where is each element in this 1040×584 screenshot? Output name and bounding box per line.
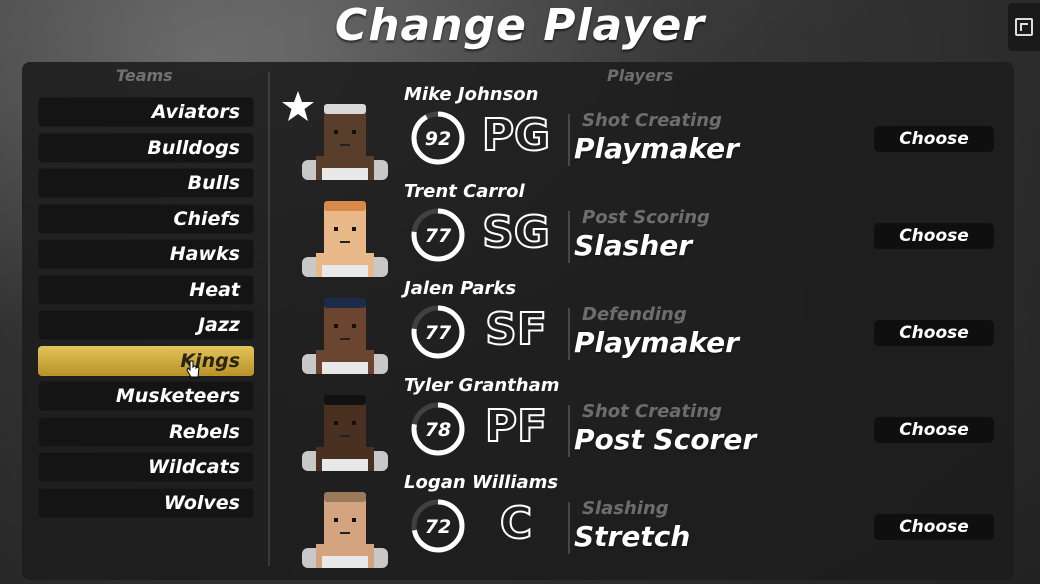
player-row: Jalen Parks 77 SF Defending Playmaker Choose (280, 278, 1010, 378)
team-item-rebels[interactable]: Rebels (38, 416, 254, 447)
overall-rating-ring: 77 (411, 305, 465, 359)
player-position: PG (481, 109, 551, 162)
separator (568, 114, 570, 166)
player-name: Jalen Parks (404, 278, 517, 299)
menu-toggle-button[interactable] (1008, 3, 1040, 51)
team-item-wolves[interactable]: Wolves (38, 487, 254, 518)
panel-divider (268, 72, 270, 566)
overall-rating-ring: 92 (411, 111, 465, 165)
team-item-jazz[interactable]: Jazz (38, 310, 254, 340)
archetype-name: Stretch (574, 520, 691, 553)
player-name: Trent Carrol (404, 181, 525, 202)
player-avatar (302, 492, 388, 568)
player-row: Mike Johnson 92 PG Shot Creating Playmaker Ch… (280, 84, 1010, 184)
archetype-name: Slasher (574, 229, 693, 262)
team-item-chiefs[interactable]: Chiefs (38, 203, 254, 234)
player-row: Tyler Grantham 78 PF Shot Creating Post Scor… (280, 375, 1010, 475)
player-name: Logan Williams (404, 472, 559, 493)
archetype-subtitle: Slashing (582, 498, 669, 519)
player-avatar (302, 201, 388, 277)
player-avatar (302, 395, 388, 471)
team-item-hawks[interactable]: Hawks (38, 239, 254, 269)
player-name: Mike Johnson (404, 84, 539, 105)
archetype-subtitle: Post Scoring (582, 207, 710, 228)
archetype-name: Playmaker (574, 132, 739, 165)
player-row: Logan Williams 72 C Slashing Stretch Choose (280, 472, 1010, 572)
overall-rating: 77 (425, 225, 452, 247)
players-header: Players (607, 66, 674, 85)
team-item-musketeers[interactable]: Musketeers (38, 381, 254, 411)
choose-button[interactable]: Choose (874, 320, 994, 346)
overall-rating: 77 (425, 322, 452, 344)
separator (568, 211, 570, 263)
player-row: Trent Carrol 77 SG Post Scoring Slasher Choos… (280, 181, 1010, 281)
archetype-subtitle: Shot Creating (582, 401, 722, 422)
separator (568, 502, 570, 554)
team-item-aviators[interactable]: Aviators (38, 97, 254, 127)
overall-rating: 78 (425, 419, 451, 441)
window-icon (1015, 18, 1033, 36)
hand-cursor-icon (186, 360, 200, 378)
archetype-name: Post Scorer (574, 423, 757, 456)
team-item-bulldogs[interactable]: Bulldogs (38, 132, 254, 163)
team-item-bulls[interactable]: Bulls (38, 168, 254, 198)
player-position: SG (481, 206, 551, 259)
separator (568, 308, 570, 360)
player-name: Tyler Grantham (404, 375, 560, 396)
overall-rating-ring: 78 (411, 402, 465, 456)
player-avatar (302, 298, 388, 374)
team-item-wildcats[interactable]: Wildcats (38, 452, 254, 482)
choose-button[interactable]: Choose (874, 417, 994, 443)
archetype-subtitle: Shot Creating (582, 110, 722, 131)
archetype-name: Playmaker (574, 326, 739, 359)
overall-rating: 72 (425, 516, 451, 538)
teams-header: Teams (116, 66, 173, 85)
teams-list: Aviators Bulldogs Bulls Chiefs Hawks Heat Jazz… (38, 97, 254, 523)
archetype-subtitle: Defending (582, 304, 687, 325)
choose-button[interactable]: Choose (874, 514, 994, 540)
team-item-heat[interactable]: Heat (38, 274, 254, 305)
player-position: PF (484, 400, 548, 453)
overall-rating-ring: 72 (411, 499, 465, 553)
player-position: SF (484, 303, 548, 356)
page-title: Change Player (334, 0, 706, 51)
team-item-kings[interactable]: Kings (38, 345, 254, 376)
separator (568, 405, 570, 457)
player-position: C (499, 497, 533, 550)
overall-rating-ring: 77 (411, 208, 465, 262)
overall-rating: 92 (425, 128, 451, 150)
choose-button[interactable]: Choose (874, 223, 994, 249)
player-avatar (302, 104, 388, 180)
choose-button[interactable]: Choose (874, 126, 994, 152)
